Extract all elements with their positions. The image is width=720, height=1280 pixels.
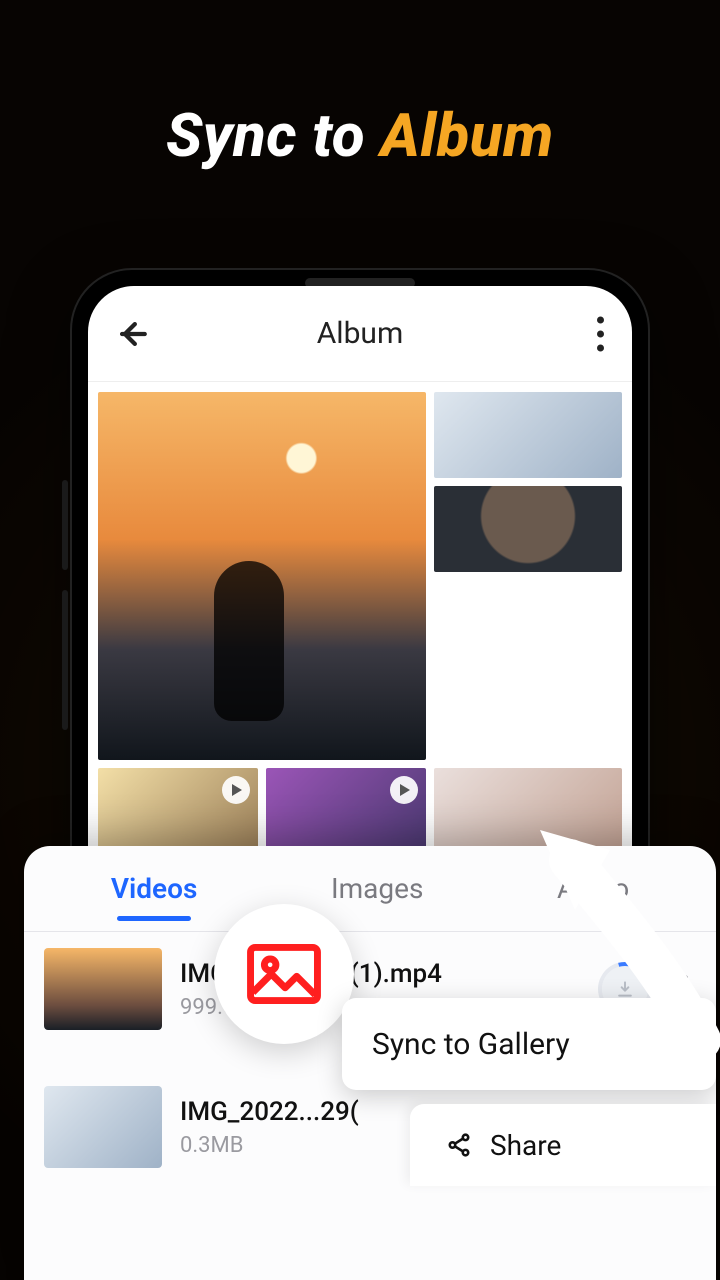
play-icon [222,776,250,804]
headline-accent: Album [380,100,553,171]
tab-images[interactable]: Images [323,860,431,917]
tab-audio[interactable]: Audio [549,860,637,917]
photo-tile[interactable] [98,392,426,760]
gallery-icon [247,944,321,1004]
play-icon [390,776,418,804]
media-tabs: Videos Images Audio [24,846,716,932]
screen-title: Album [317,316,404,351]
sync-icon-bubble [214,904,354,1044]
more-menu-button[interactable] [597,316,604,351]
file-thumbnail [44,948,162,1030]
sync-label: Sync to Gallery [372,1027,570,1062]
file-thumbnail [44,1086,162,1168]
headline-prefix: Sync to [166,100,380,171]
sync-to-gallery-option[interactable]: Sync to Gallery [342,998,716,1090]
share-icon [446,1132,472,1158]
download-icon [615,979,635,999]
promo-headline: Sync to Album [0,100,720,171]
share-label: Share [490,1129,561,1162]
photo-tile[interactable] [434,392,622,478]
back-button[interactable] [112,314,152,354]
share-option[interactable]: Share [410,1104,716,1186]
arrow-left-icon [115,317,149,351]
tab-videos[interactable]: Videos [103,860,206,917]
photo-tile[interactable] [434,486,622,572]
app-header: Album [88,286,632,382]
